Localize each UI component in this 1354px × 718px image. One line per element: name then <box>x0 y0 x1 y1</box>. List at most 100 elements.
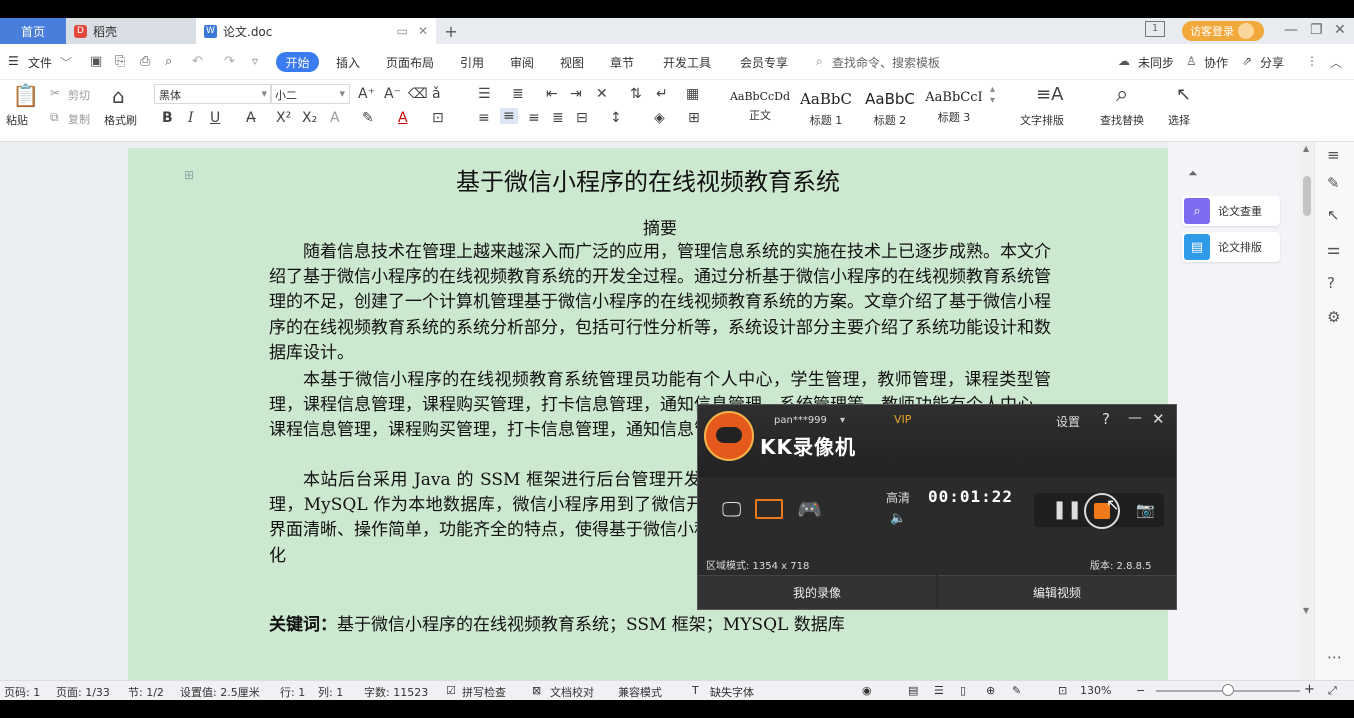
status-page-number[interactable]: 页码: 1 <box>4 684 40 700</box>
status-column[interactable]: 列: 1 <box>318 684 343 700</box>
tab-home[interactable]: 首页 <box>0 18 66 44</box>
write-view-icon[interactable]: ✎ <box>1012 684 1021 697</box>
tab-daoke[interactable]: D 稻壳 <box>66 18 196 44</box>
highlight-icon[interactable]: ✎ <box>362 110 374 126</box>
select-cursor-icon[interactable]: ↖ <box>1176 84 1191 105</box>
new-tab-button[interactable]: + <box>436 22 466 41</box>
kk-my-recordings-button[interactable]: 我的录像 <box>698 575 936 609</box>
kk-edit-video-button[interactable]: 编辑视频 <box>938 575 1176 609</box>
print-icon[interactable]: ⎙ <box>140 54 150 69</box>
fullscreen-mode-icon[interactable]: 🖵 <box>722 497 741 521</box>
style-normal[interactable]: AaBbCcDd 正文 <box>728 84 792 128</box>
paragraph-mark-icon[interactable]: ↵ <box>656 86 668 102</box>
status-setting[interactable]: 设置值: 2.5厘米 <box>180 684 260 700</box>
fullscreen-icon[interactable]: ⤢ <box>1328 684 1337 698</box>
pen-icon[interactable]: ✎ <box>1327 174 1340 192</box>
menu-insert[interactable]: 插入 <box>336 54 360 71</box>
italic-icon[interactable]: I <box>188 110 194 126</box>
missing-font-icon[interactable]: T <box>692 684 699 697</box>
menu-developer[interactable]: 开发工具 <box>663 54 711 71</box>
help-icon[interactable]: ? <box>1327 274 1335 292</box>
cursor-icon[interactable]: ↖ <box>1327 206 1340 224</box>
kk-recorder-window[interactable]: pan***999 ▾ VIP 设置 ? — ✕ KK录像机 🖵 🎮 高清 🔈 … <box>697 404 1177 610</box>
kk-minimize-button[interactable]: — <box>1128 410 1142 426</box>
zoom-slider-handle[interactable] <box>1222 684 1234 696</box>
align-left-icon[interactable]: ≡ <box>478 110 490 126</box>
kk-settings-button[interactable]: 设置 <box>1056 413 1080 430</box>
font-shrink-icon[interactable]: A⁻ <box>384 86 401 102</box>
kk-pause-icon[interactable]: ❚❚ <box>1052 499 1082 520</box>
proofread-icon[interactable]: ⊠ <box>532 684 541 697</box>
zoom-level[interactable]: 130% <box>1080 684 1111 697</box>
more-icon[interactable]: ⋮ <box>1306 54 1318 68</box>
page-count-indicator[interactable]: 1 <box>1145 21 1165 37</box>
chinese-layout-icon[interactable]: ✕ <box>596 86 608 102</box>
eye-protection-icon[interactable]: ◉ <box>862 684 872 697</box>
menu-page-layout[interactable]: 页面布局 <box>386 54 434 71</box>
paste-button[interactable]: 粘贴 <box>6 112 28 128</box>
font-color-icon[interactable]: A <box>398 110 408 126</box>
char-border-icon[interactable]: ⊡ <box>432 110 444 126</box>
distribute-icon[interactable]: ⊟ <box>576 110 588 126</box>
subscript-icon[interactable]: X₂ <box>302 110 317 126</box>
format-painter-button[interactable]: 格式刷 <box>104 112 137 128</box>
format-painter-icon[interactable]: ⌂ <box>112 84 125 108</box>
zoom-in-icon[interactable]: + <box>1304 682 1315 697</box>
align-center-icon[interactable]: ≡ <box>500 108 518 124</box>
page-view-icon[interactable]: ▤ <box>908 684 918 697</box>
missing-font-button[interactable]: 缺失字体 <box>710 684 754 700</box>
status-word-count[interactable]: 字数: 11523 <box>364 684 428 700</box>
image-settings-icon[interactable]: ⚙ <box>1327 308 1340 326</box>
status-page-total[interactable]: 页面: 1/33 <box>56 684 110 700</box>
save-icon[interactable]: ▣ <box>90 54 102 69</box>
menu-lines-icon[interactable]: ≡ <box>1327 146 1340 164</box>
menu-chapter[interactable]: 章节 <box>610 54 634 71</box>
kk-username[interactable]: pan***999 <box>774 415 827 426</box>
superscript-icon[interactable]: X² <box>276 110 291 126</box>
print-preview-icon[interactable]: ⌕ <box>165 54 172 69</box>
shading-icon[interactable]: ◈ <box>654 110 665 126</box>
font-size-select[interactable]: 小二 ▾ <box>270 84 350 104</box>
unsync-button[interactable]: 未同步 <box>1138 54 1174 71</box>
numbered-list-icon[interactable]: ≣ <box>512 86 524 102</box>
table-icon[interactable]: ▦ <box>686 86 699 102</box>
collapse-ribbon-icon[interactable]: ︿ <box>1330 54 1342 71</box>
undo-icon[interactable]: ↶ <box>192 54 203 69</box>
spell-check-button[interactable]: 拼写检查 <box>462 684 506 700</box>
game-mode-icon[interactable]: 🎮 <box>797 497 822 521</box>
redo-icon[interactable]: ↷ <box>224 54 235 69</box>
copy-icon[interactable]: ⧉ <box>50 110 59 125</box>
text-layout-button[interactable]: 文字排版 <box>1020 112 1064 128</box>
region-mode-icon[interactable] <box>755 499 784 519</box>
align-right-icon[interactable]: ≡ <box>528 110 540 126</box>
more-dots-icon[interactable]: ⋯ <box>1327 648 1342 666</box>
decrease-indent-icon[interactable]: ⇤ <box>546 86 558 102</box>
bold-icon[interactable]: B <box>162 110 173 126</box>
style-heading-3[interactable]: AaBbCcI 标题 3 <box>922 84 986 128</box>
kk-help-button[interactable]: ? <box>1102 410 1110 428</box>
outline-view-icon[interactable]: ☰ <box>934 684 944 697</box>
collapse-panel-icon[interactable]: ⏶ <box>1188 166 1198 181</box>
screen-icon[interactable]: ▭ <box>397 24 408 38</box>
vertical-scrollbar[interactable]: ▲ ▼ <box>1300 142 1314 680</box>
kk-vip-badge[interactable]: VIP <box>894 413 911 426</box>
fit-page-icon[interactable]: ⊡ <box>1058 684 1067 697</box>
cut-button[interactable]: 剪切 <box>68 87 90 103</box>
cut-icon[interactable]: ✂ <box>50 86 60 100</box>
justify-icon[interactable]: ≣ <box>552 110 564 126</box>
scroll-thumb[interactable] <box>1303 176 1311 216</box>
status-section[interactable]: 节: 1/2 <box>128 684 164 700</box>
kk-quality[interactable]: 高清 <box>886 489 910 506</box>
style-heading-2[interactable]: AaBbC 标题 2 <box>858 84 922 128</box>
share-button[interactable]: 分享 <box>1260 54 1284 71</box>
find-replace-button[interactable]: 查找替换 <box>1100 112 1144 128</box>
style-heading-1[interactable]: AaBbC 标题 1 <box>794 84 858 128</box>
paper-check-button[interactable]: ⌕ 论文查重 <box>1182 196 1280 226</box>
kk-volume-icon[interactable]: 🔈 <box>890 511 906 526</box>
borders-icon[interactable]: ⊞ <box>688 110 700 126</box>
menu-start[interactable]: 开始 <box>276 52 319 72</box>
close-window-button[interactable]: ✕ <box>1334 22 1346 38</box>
web-view-icon[interactable]: ⊕ <box>986 684 995 697</box>
visitor-login-button[interactable]: 访客登录 <box>1182 21 1264 41</box>
text-layout-icon[interactable]: ≡A <box>1036 84 1063 105</box>
